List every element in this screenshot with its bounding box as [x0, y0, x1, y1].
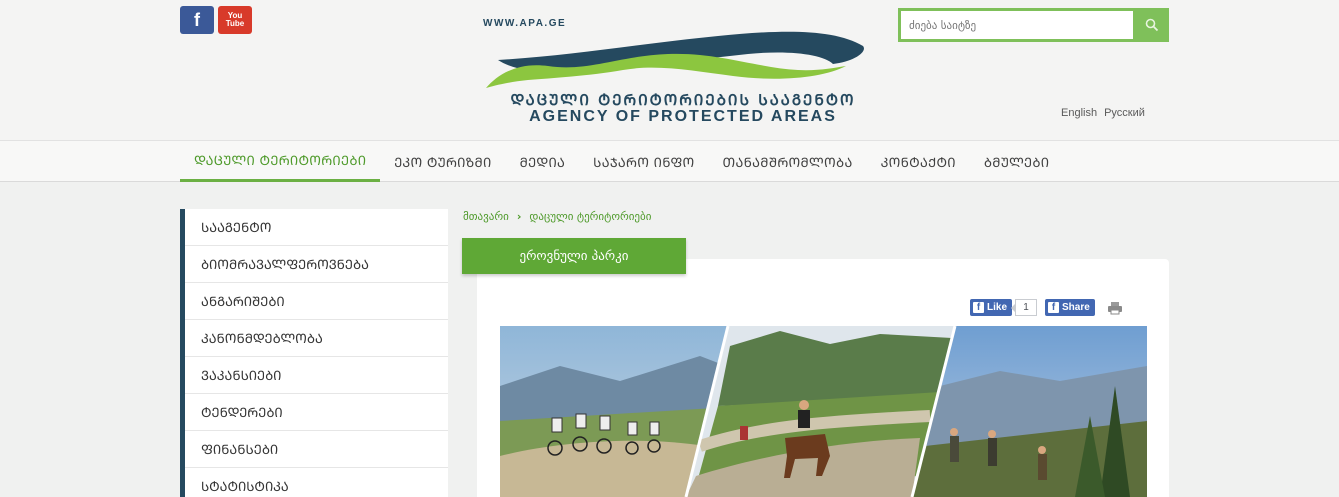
nav-item-public-info[interactable]: ᲡᲐᲯᲐᲠᲝ ᲘᲜᲤᲝ [579, 141, 708, 182]
sidebar-item-statistics[interactable]: ᲡᲢᲐᲢᲘᲡᲢᲘᲙᲐ [185, 468, 448, 497]
search-button[interactable] [1135, 8, 1169, 42]
share-bar: f Like 1 f Share [970, 299, 1123, 316]
facebook-icon: f [973, 302, 984, 313]
youtube-text: You Tube [226, 12, 245, 28]
lang-russian[interactable]: Русский [1104, 107, 1145, 119]
breadcrumb-current: დაცული ტერიტორიები [529, 210, 652, 223]
facebook-glyph: f [194, 9, 200, 30]
sidebar-item-vacancies[interactable]: ᲕᲐᲙᲐᲜᲡᲘᲔᲑᲘ [185, 357, 448, 394]
youtube-icon[interactable]: You Tube [218, 6, 252, 34]
nav-item-media[interactable]: ᲛᲔᲓᲘᲐ [506, 141, 580, 182]
breadcrumb-separator: › [516, 210, 522, 223]
park-photo-image [500, 326, 1147, 497]
fb-share-label: Share [1062, 302, 1090, 313]
sidebar-item-tenders[interactable]: ᲢᲔᲜᲓᲔᲠᲔᲑᲘ [185, 394, 448, 431]
print-icon[interactable] [1107, 301, 1123, 315]
sidebar-item-reports[interactable]: ᲐᲜᲒᲐᲠᲘᲨᲔᲑᲘ [185, 283, 448, 320]
nav-item-eco-tourism[interactable]: ᲔᲙᲝ ᲢᲣᲠᲘᲖᲛᲘ [380, 141, 505, 182]
sidebar-item-biodiversity[interactable]: ᲑᲘᲝᲛᲠᲐᲕᲐᲚᲤᲔᲠᲝᲕᲜᲔᲑᲐ [185, 246, 448, 283]
breadcrumb: მთავარი › დაცული ტერიტორიები [463, 210, 651, 223]
page-title: ეროვნული პარკი [462, 238, 686, 274]
site-header: f You Tube WWW.APA.GE ᲓᲐᲪᲣᲚᲘ ᲢᲔᲠᲘᲢᲝᲠᲘᲔᲑᲘᲡ… [0, 0, 1339, 140]
lang-english[interactable]: English [1061, 107, 1097, 119]
fb-like-button[interactable]: f Like [970, 299, 1013, 316]
nav-item-links[interactable]: ᲑᲛᲣᲚᲔᲑᲘ [970, 141, 1063, 182]
search-icon [1145, 18, 1159, 32]
breadcrumb-home[interactable]: მთავარი [463, 210, 509, 223]
main-nav: ᲓᲐᲪᲣᲚᲘ ᲢᲔᲠᲘᲢᲝᲠᲘᲔᲑᲘ ᲔᲙᲝ ᲢᲣᲠᲘᲖᲛᲘ ᲛᲔᲓᲘᲐ ᲡᲐᲯ… [0, 140, 1339, 182]
sidebar-item-agency[interactable]: ᲡᲐᲐᲒᲔᲜᲢᲝ [185, 209, 448, 246]
facebook-icon[interactable]: f [180, 6, 214, 34]
site-logo[interactable]: WWW.APA.GE ᲓᲐᲪᲣᲚᲘ ᲢᲔᲠᲘᲢᲝᲠᲘᲔᲑᲘᲡ ᲡᲐᲐᲒᲔᲜᲢᲝ … [478, 14, 888, 132]
logo-mountains-icon [486, 31, 864, 88]
search-box [898, 8, 1169, 42]
youtube-line2: Tube [225, 19, 245, 28]
like-count: 1 [1011, 299, 1038, 316]
sidebar: ᲡᲐᲐᲒᲔᲜᲢᲝ ᲑᲘᲝᲛᲠᲐᲕᲐᲚᲤᲔᲠᲝᲕᲜᲔᲑᲐ ᲐᲜᲒᲐᲠᲘᲨᲔᲑᲘ Კ… [180, 209, 448, 497]
fb-like-label: Like [987, 302, 1008, 313]
sidebar-item-finances[interactable]: ᲤᲘᲜᲐᲜᲡᲔᲑᲘ [185, 431, 448, 468]
fb-share-button[interactable]: f Share [1045, 299, 1095, 316]
park-photo-collage [500, 326, 1147, 497]
nav-item-cooperation[interactable]: ᲗᲐᲜᲐᲛᲨᲠᲝᲛᲚᲝᲑᲐ [709, 141, 867, 182]
search-input[interactable] [901, 11, 1133, 39]
nav-item-contact[interactable]: ᲙᲝᲜᲢᲐᲥᲢᲘ [867, 141, 970, 182]
sidebar-item-legislation[interactable]: ᲙᲐᲜᲝᲜᲛᲓᲔᲑᲚᲝᲑᲐ [185, 320, 448, 357]
logo-title-en: AGENCY OF PROTECTED AREAS [529, 108, 837, 125]
social-links: f You Tube [180, 6, 252, 34]
logo-title-geo: ᲓᲐᲪᲣᲚᲘ ᲢᲔᲠᲘᲢᲝᲠᲘᲔᲑᲘᲡ ᲡᲐᲐᲒᲔᲜᲢᲝ [510, 91, 856, 109]
facebook-icon: f [1048, 302, 1060, 313]
language-switcher: English Русский [1061, 107, 1145, 119]
nav-item-protected-areas[interactable]: ᲓᲐᲪᲣᲚᲘ ᲢᲔᲠᲘᲢᲝᲠᲘᲔᲑᲘ [180, 141, 381, 182]
